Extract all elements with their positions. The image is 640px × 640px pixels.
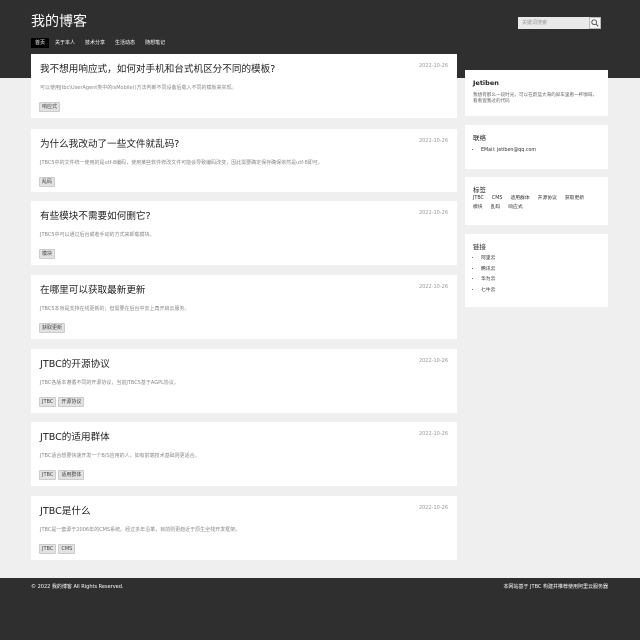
article-title[interactable]: 我不想用响应式，如何对手机和台式机区分不同的模板? xyxy=(40,64,275,76)
site-title[interactable]: 我的博客 xyxy=(31,14,87,31)
article-tag[interactable]: 开源协议 xyxy=(58,397,85,407)
article-tag[interactable]: 乱码 xyxy=(39,177,56,187)
links-title: 链接 xyxy=(473,243,486,251)
article-tags: 模块 xyxy=(39,249,56,259)
article-card: 我不想用响应式，如何对手机和台式机区分不同的模板? 2022-10-26 可以使… xyxy=(31,54,457,118)
article-card: 为什么我改动了一些文件就乱码? 2022-10-26 JTBC5中的文件统一使用… xyxy=(31,129,457,192)
nav-item-notes[interactable]: 随想笔记 xyxy=(141,38,169,48)
link-item[interactable]: 腾讯云 xyxy=(481,265,495,276)
profile-bio: 我想有那么一段时光，可以在蔚蓝大海的屏车里看一杯咖啡，看看窗我过的代码 xyxy=(473,93,598,104)
article-date: 2022-10-26 xyxy=(418,284,448,290)
main-nav: 首页 关于本人 技术分享 生活动态 随想笔记 xyxy=(31,38,169,48)
article-date: 2022-10-26 xyxy=(418,431,448,437)
footer-copyright: © 2022 我的博客 All Rights Reserved. xyxy=(31,584,124,590)
article-card: 有些模块不需要如何删它? 2022-10-26 JTBC5中可以通过后台或者手动… xyxy=(31,201,457,265)
article-tags: JTBC 开源协议 xyxy=(39,397,85,407)
footer: © 2022 我的博客 All Rights Reserved. 本网站基于 J… xyxy=(0,578,640,640)
contact-list: EMail: jetiben@qq.com xyxy=(473,146,536,156)
article-title[interactable]: 有些模块不需要如何删它? xyxy=(40,211,151,223)
tag-link[interactable]: 开源协议 xyxy=(538,196,557,202)
article-summary: JTBC是一套源于2006年的CMS系统。经过多年沿革，目前则更趋近于原生全栈开… xyxy=(40,527,241,533)
nav-item-about[interactable]: 关于本人 xyxy=(51,38,79,48)
article-summary: JTBC适合想要快速开发一个B/S应用的人，如有前端技术基础则更适合。 xyxy=(40,453,200,459)
tag-link[interactable]: 乱码 xyxy=(491,205,501,211)
article-card: JTBC是什么 2022-10-26 JTBC是一套源于2006年的CMS系统。… xyxy=(31,496,457,560)
tag-link[interactable]: 模块 xyxy=(473,205,483,211)
article-summary: JTBC5本身是支持在线更新的，但需要在后台中去上角开启云服务。 xyxy=(40,306,190,312)
tags-title: 标签 xyxy=(473,186,486,194)
article-tag[interactable]: JTBC xyxy=(39,470,57,480)
article-title[interactable]: JTBC的开源协议 xyxy=(40,359,110,371)
article-tag[interactable]: 获取更新 xyxy=(39,323,66,333)
tag-link[interactable]: 适用群体 xyxy=(510,196,529,202)
article-tag[interactable]: JTBC xyxy=(39,397,57,407)
search-input[interactable] xyxy=(518,17,589,29)
tag-link[interactable]: CMS xyxy=(492,196,503,202)
article-summary: JTBC5中的文件统一使用的是utf-8编码，使用某些软件修改文件可能会导致编码… xyxy=(40,160,323,166)
article-date: 2022-10-26 xyxy=(418,505,448,511)
article-tag[interactable]: 适用群体 xyxy=(58,470,85,480)
article-card: JTBC的开源协议 2022-10-26 JTBC各版本遵循不同的开源协议，当前… xyxy=(31,349,457,413)
article-date: 2022-10-26 xyxy=(418,138,448,144)
article-summary: 可以使用Jtbc\UserAgent类中的isMobile()方法判断不同设备后… xyxy=(40,85,237,91)
article-tags: 获取更新 xyxy=(39,323,66,333)
article-date: 2022-10-26 xyxy=(418,63,448,69)
tag-link[interactable]: 响应式 xyxy=(508,205,522,211)
article-date: 2022-10-26 xyxy=(418,210,448,216)
article-summary: JTBC各版本遵循不同的开源协议，当前JTBC5基于AGPL协议。 xyxy=(40,380,179,386)
links-widget: 链接 阿里云 腾讯云 华为云 七牛云 xyxy=(465,234,608,307)
article-card: JTBC的适用群体 2022-10-26 JTBC适合想要快速开发一个B/S应用… xyxy=(31,422,457,486)
link-item[interactable]: 华为云 xyxy=(481,275,495,286)
tags-widget: 标签 JTBC CMS 适用群体 开源协议 获取更新 模块 乱码 响应式 xyxy=(465,177,608,225)
contact-title: 联络 xyxy=(473,134,486,142)
search-box xyxy=(518,17,601,29)
article-title[interactable]: 为什么我改动了一些文件就乱码? xyxy=(40,139,179,151)
link-item[interactable]: 阿里云 xyxy=(481,254,495,265)
contact-email[interactable]: EMail: jetiben@qq.com xyxy=(481,146,536,156)
article-tag[interactable]: JTBC xyxy=(39,544,57,554)
tag-cloud: JTBC CMS 适用群体 开源协议 获取更新 模块 乱码 响应式 xyxy=(473,196,601,211)
tag-link[interactable]: 获取更新 xyxy=(565,196,584,202)
links-list: 阿里云 腾讯云 华为云 七牛云 xyxy=(473,254,495,296)
article-date: 2022-10-26 xyxy=(418,358,448,364)
article-tag[interactable]: 响应式 xyxy=(39,102,61,112)
article-tags: JTBC 适用群体 xyxy=(39,470,85,480)
link-item[interactable]: 七牛云 xyxy=(481,286,495,297)
profile-name: Jetiben xyxy=(473,79,499,87)
contact-widget: 联络 EMail: jetiben@qq.com xyxy=(465,125,608,169)
profile-widget: Jetiben 我想有那么一段时光，可以在蔚蓝大海的屏车里看一杯咖啡，看看窗我过… xyxy=(465,70,608,116)
tag-link[interactable]: JTBC xyxy=(473,196,484,202)
article-title[interactable]: JTBC的适用群体 xyxy=(40,432,110,444)
article-title[interactable]: 在哪里可以获取最新更新 xyxy=(40,285,146,297)
footer-powered[interactable]: 本网站基于 JTBC 构建并推荐使用阿里云服务器 xyxy=(503,584,608,590)
search-button[interactable] xyxy=(589,17,601,29)
article-tags: 乱码 xyxy=(39,177,56,187)
article-title[interactable]: JTBC是什么 xyxy=(40,506,91,518)
article-tags: 响应式 xyxy=(39,102,61,112)
article-card: 在哪里可以获取最新更新 2022-10-26 JTBC5本身是支持在线更新的，但… xyxy=(31,275,457,339)
article-tag[interactable]: CMS xyxy=(58,544,76,554)
article-summary: JTBC5中可以通过后台或者手动的方式来卸载模块。 xyxy=(40,232,155,238)
nav-item-home[interactable]: 首页 xyxy=(31,38,50,48)
search-icon xyxy=(591,19,599,27)
article-tag[interactable]: 模块 xyxy=(39,249,56,259)
nav-item-tech[interactable]: 技术分享 xyxy=(81,38,109,48)
article-tags: JTBC CMS xyxy=(39,544,76,554)
nav-item-life[interactable]: 生活动态 xyxy=(111,38,139,48)
